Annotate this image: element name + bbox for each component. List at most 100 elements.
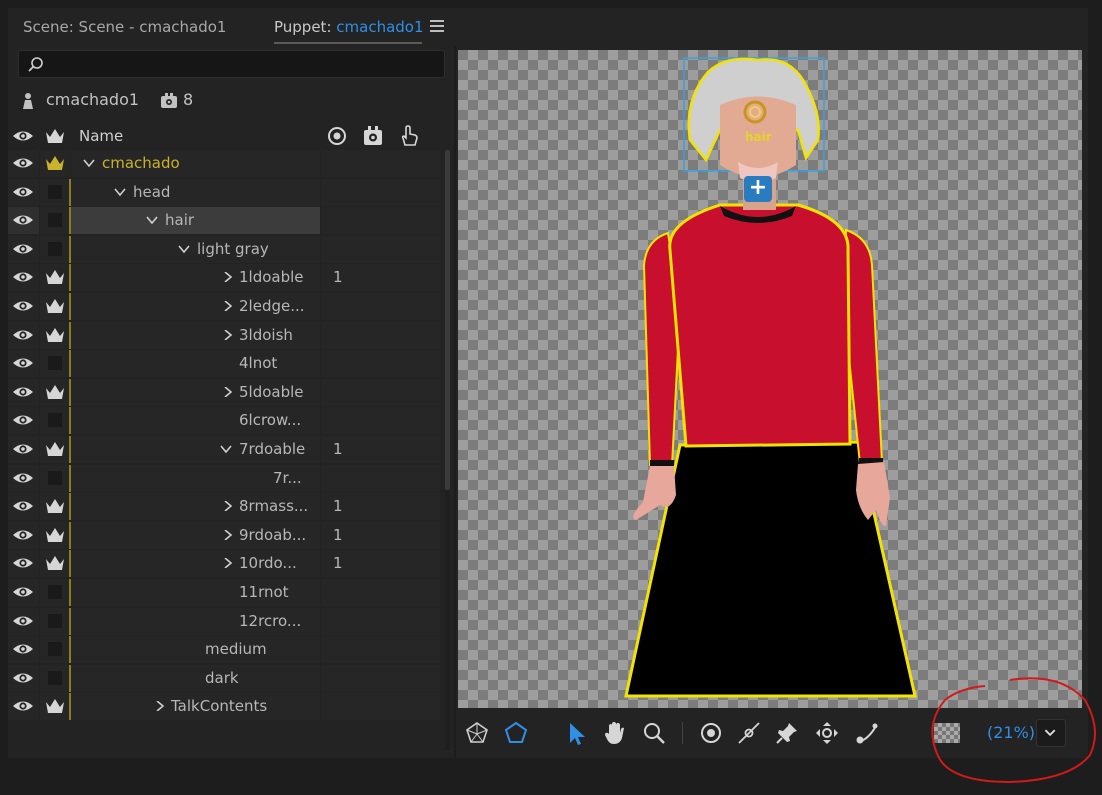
warp-tool-icon[interactable] xyxy=(464,720,490,746)
chevron-down-icon[interactable] xyxy=(220,444,232,454)
pin-tool-icon[interactable] xyxy=(774,720,800,746)
independence-toggle[interactable] xyxy=(40,521,71,549)
layer-name-cell[interactable]: 7r... xyxy=(71,464,320,492)
hand-tool-icon[interactable] xyxy=(602,720,628,746)
independence-toggle[interactable] xyxy=(40,235,71,263)
layer-name-cell[interactable]: 3ldoish xyxy=(71,321,320,349)
independence-toggle[interactable] xyxy=(40,464,71,492)
layer-row[interactable]: light gray xyxy=(8,235,440,265)
origin-tool-icon[interactable] xyxy=(698,720,724,746)
independence-toggle[interactable] xyxy=(40,664,71,692)
independence-toggle[interactable] xyxy=(40,636,71,664)
visibility-toggle[interactable] xyxy=(8,435,39,463)
chevron-right-icon[interactable] xyxy=(222,272,234,283)
layer-row[interactable]: 11rnot xyxy=(8,578,440,608)
zoom-level[interactable]: (21%) xyxy=(987,723,1035,742)
layer-row[interactable]: 12rcro... xyxy=(8,607,440,637)
chevron-right-icon[interactable] xyxy=(222,558,234,569)
stick-tool-icon[interactable] xyxy=(736,720,762,746)
chevron-down-icon[interactable] xyxy=(178,244,190,254)
chevron-right-icon[interactable] xyxy=(222,300,234,311)
layer-row[interactable]: 1ldoable 1 xyxy=(8,264,440,293)
layer-name-cell[interactable]: dark xyxy=(71,664,320,692)
layer-name-cell[interactable]: 12rcro... xyxy=(71,607,320,635)
name-column-header[interactable]: Name xyxy=(79,127,123,145)
layer-name-cell[interactable]: 7rdoable xyxy=(71,435,320,463)
search-input[interactable] xyxy=(18,50,445,78)
visibility-toggle[interactable] xyxy=(8,464,39,492)
visibility-toggle[interactable] xyxy=(8,521,39,549)
independence-toggle[interactable] xyxy=(40,292,71,320)
panel-menu-icon[interactable] xyxy=(430,20,444,34)
independence-toggle[interactable] xyxy=(40,493,71,521)
layer-name-cell[interactable]: 4lnot xyxy=(71,350,320,378)
layer-row[interactable]: 8rmass... 1 xyxy=(8,493,440,522)
visibility-toggle[interactable] xyxy=(8,321,39,349)
chevron-down-icon[interactable] xyxy=(83,158,95,168)
layer-name-cell[interactable]: 5ldoable xyxy=(71,378,320,406)
independence-toggle[interactable] xyxy=(40,321,71,349)
select-tool-icon[interactable] xyxy=(563,720,589,746)
visibility-toggle[interactable] xyxy=(8,150,39,177)
chevron-right-icon[interactable] xyxy=(222,329,234,340)
independence-toggle[interactable] xyxy=(40,150,70,177)
layer-name-cell[interactable]: cmachado xyxy=(71,150,320,177)
layer-row[interactable]: 10rdo... 1 xyxy=(8,550,440,579)
origin-header-icon[interactable] xyxy=(326,125,348,147)
tab-scene[interactable]: Scene: Scene - cmachado1 xyxy=(23,18,226,36)
independence-toggle[interactable] xyxy=(40,550,71,578)
mesh-outline-tool-icon[interactable] xyxy=(503,720,529,746)
independence-toggle[interactable] xyxy=(40,407,71,435)
visibility-toggle[interactable] xyxy=(8,207,39,235)
visibility-toggle[interactable] xyxy=(8,578,39,606)
visibility-toggle[interactable] xyxy=(8,607,39,635)
layer-row[interactable]: 7r... xyxy=(8,464,440,494)
layer-row[interactable]: 4lnot xyxy=(8,350,440,379)
independence-toggle[interactable] xyxy=(40,435,71,463)
chevron-right-icon[interactable] xyxy=(222,386,234,397)
layer-name-cell[interactable]: medium xyxy=(71,636,320,664)
independence-toggle[interactable] xyxy=(40,178,71,206)
layer-row[interactable]: 5ldoable xyxy=(8,378,440,408)
layer-row[interactable]: 6lcrow... xyxy=(8,407,440,436)
layer-row[interactable]: cmachado xyxy=(8,150,440,179)
layer-row[interactable]: medium xyxy=(8,636,440,665)
visibility-toggle[interactable] xyxy=(8,378,39,406)
visibility-toggle[interactable] xyxy=(8,350,39,378)
layer-name-cell[interactable]: 6lcrow... xyxy=(71,407,320,435)
layer-name-cell[interactable]: TalkContents xyxy=(71,693,320,721)
layer-row[interactable]: 3ldoish xyxy=(8,321,440,351)
layer-row[interactable]: 7rdoable 1 xyxy=(8,435,440,465)
independence-toggle[interactable] xyxy=(40,693,71,721)
visibility-toggle[interactable] xyxy=(8,235,39,263)
layer-name-cell[interactable]: 2ledge... xyxy=(71,292,320,320)
triggers-header-hand-icon[interactable] xyxy=(398,125,420,147)
zoom-tool-icon[interactable] xyxy=(641,720,667,746)
independence-toggle[interactable] xyxy=(40,607,71,635)
visibility-toggle[interactable] xyxy=(8,407,39,435)
layer-name-cell[interactable]: 10rdo... xyxy=(71,550,320,578)
visibility-toggle[interactable] xyxy=(8,693,39,721)
hook-tool-icon[interactable] xyxy=(854,720,880,746)
transparency-grid-toggle-icon[interactable] xyxy=(934,723,960,743)
behaviors-header-icon[interactable] xyxy=(362,125,384,147)
dragger-tool-icon[interactable] xyxy=(814,720,840,746)
chevron-down-icon[interactable] xyxy=(114,187,126,197)
visibility-toggle[interactable] xyxy=(8,178,39,206)
chevron-right-icon[interactable] xyxy=(154,701,166,712)
tab-puppet[interactable]: Puppet: cmachado1 xyxy=(274,18,424,36)
layer-row[interactable]: 2ledge... xyxy=(8,292,440,322)
visibility-toggle[interactable] xyxy=(8,664,39,692)
visibility-toggle[interactable] xyxy=(8,493,39,521)
zoom-dropdown-button[interactable] xyxy=(1036,719,1066,747)
visibility-toggle[interactable] xyxy=(8,636,39,664)
layer-name-cell[interactable]: 1ldoable xyxy=(71,264,320,292)
layer-name-cell[interactable]: hair xyxy=(71,207,320,235)
layer-name-cell[interactable]: 9rdoab... xyxy=(71,521,320,549)
visibility-header-eye-icon[interactable] xyxy=(12,125,34,147)
independence-toggle[interactable] xyxy=(40,350,71,378)
puppet-canvas[interactable]: hair + xyxy=(458,50,1082,708)
layer-tree-scrollbar-thumb[interactable] xyxy=(445,150,450,490)
add-handle-button[interactable]: + xyxy=(744,176,772,202)
chevron-right-icon[interactable] xyxy=(222,529,234,540)
